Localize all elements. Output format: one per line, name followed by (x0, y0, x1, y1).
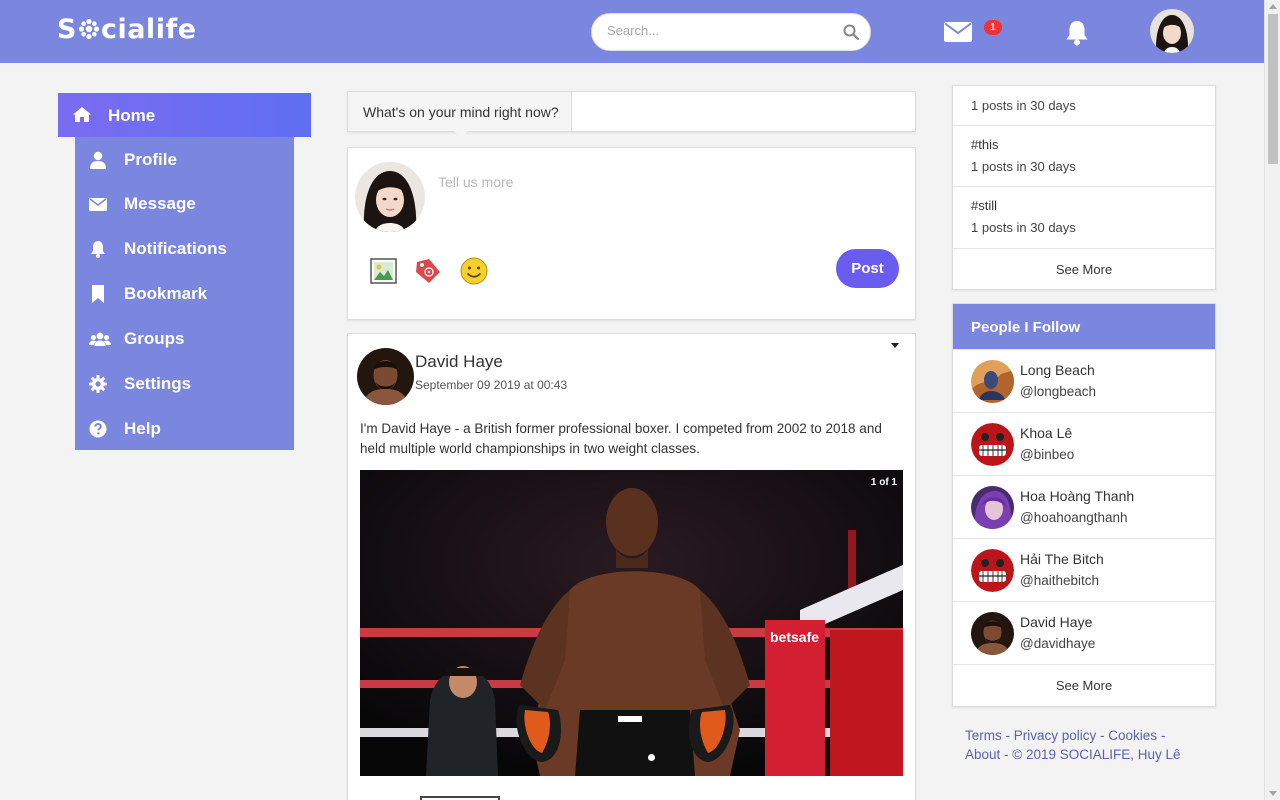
users-icon (89, 332, 111, 346)
sidebar-item-help[interactable]: Help (75, 406, 294, 450)
follow-handle: @haithebitch (1020, 573, 1100, 588)
trend-count: 1 posts in 30 days (971, 220, 1076, 235)
app-logo[interactable]: S cialife (57, 14, 197, 45)
sidebar-item-home[interactable]: Home (58, 93, 311, 137)
follow-list-item[interactable]: Hoa Hoàng Thanh @hoahoangthanh (953, 475, 1215, 538)
question-icon (89, 420, 107, 438)
sidebar-item-bookmark[interactable]: Bookmark (75, 271, 294, 315)
people-i-follow-card: People I Follow Long Beach @longbeach Kh… (952, 303, 1216, 707)
follow-handle: @longbeach (1020, 384, 1097, 399)
home-icon (73, 107, 91, 122)
tag-icon[interactable] (413, 256, 443, 286)
follow-handle: @binbeo (1020, 447, 1075, 462)
avatar (971, 549, 1014, 592)
sidebar-item-notifications[interactable]: Notifications (75, 226, 294, 270)
user-icon (90, 151, 106, 169)
post-body-text: I'm David Haye - a British former profes… (360, 421, 882, 456)
sidebar-item-groups[interactable]: Groups (75, 316, 294, 360)
photo-counter: 1 of 1 (870, 477, 897, 488)
trend-tag: #this (971, 137, 999, 152)
sidebar-item-profile[interactable]: Profile (75, 137, 294, 181)
avatar (971, 360, 1014, 403)
trending-tags-card: 1 posts in 30 days #this 1 posts in 30 d… (952, 85, 1216, 290)
sidebar-item-label: Settings (124, 374, 192, 393)
post-photo[interactable]: betsafe 1 of 1 (360, 470, 903, 776)
flower-logo-icon (78, 18, 100, 40)
carousel-dot[interactable] (648, 754, 655, 761)
image-upload-icon[interactable] (369, 256, 399, 286)
bell-icon[interactable] (1064, 19, 1090, 46)
user-avatar[interactable] (1150, 9, 1194, 53)
follow-list-item[interactable]: David Haye @davidhaye (953, 601, 1215, 664)
post-author-avatar[interactable] (357, 348, 414, 405)
follow-name: David Haye (1020, 614, 1093, 630)
trend-count: 1 posts in 30 days (971, 159, 1076, 174)
post-composer: Post (347, 147, 916, 320)
feed-post: David Haye September 09 2019 at 00:43 I'… (347, 333, 916, 800)
copyright-text: © 2019 SOCIALIFE, Huy Lê (1012, 746, 1181, 762)
terms-link[interactable]: Terms (965, 728, 1002, 743)
follow-name: Hải The Bitch (1020, 551, 1104, 567)
envelope-icon (89, 198, 107, 211)
boxer-photo-image: betsafe (360, 470, 903, 776)
trend-item[interactable]: #this 1 posts in 30 days (953, 125, 1215, 187)
tab-pointer-arrow (454, 131, 468, 138)
scroll-thumb[interactable] (1268, 14, 1278, 164)
post-timestamp: September 09 2019 at 00:43 (415, 378, 568, 392)
tab-whats-on-your-mind[interactable]: What's on your mind right now? (348, 92, 572, 131)
envelope-icon[interactable] (944, 22, 972, 42)
sidebar-item-label: Notifications (124, 239, 227, 258)
follow-handle: @davidhaye (1020, 636, 1096, 651)
sidebar-item-label: Bookmark (124, 284, 208, 303)
follow-see-more-link[interactable]: See More (953, 664, 1215, 705)
svg-text:betsafe: betsafe (770, 629, 819, 645)
footer-links: Terms - Privacy policy - Cookies - About… (965, 728, 1181, 762)
search-box (591, 13, 871, 51)
post-button[interactable]: Post (836, 249, 899, 288)
avatar (971, 612, 1014, 655)
top-navbar: S cialife 1 (0, 0, 1264, 63)
sidebar-item-label: Message (124, 194, 196, 213)
gear-icon (89, 375, 107, 393)
post-options-chevron-icon[interactable] (891, 343, 899, 348)
message-count-badge: 1 (984, 20, 1002, 35)
sidebar-item-message[interactable]: Message (75, 181, 294, 225)
trend-tag: #still (971, 198, 998, 213)
follow-name: Long Beach (1020, 362, 1095, 378)
scroll-down-arrow-icon[interactable] (1269, 791, 1277, 796)
search-icon[interactable] (843, 24, 859, 40)
follow-name: Hoa Hoàng Thanh (1020, 488, 1135, 504)
avatar (971, 486, 1014, 529)
scroll-up-arrow-icon[interactable] (1269, 4, 1277, 9)
trend-count: 1 posts in 30 days (971, 98, 1076, 113)
sidebar-item-settings[interactable]: Settings (75, 361, 294, 405)
privacy-policy-link[interactable]: Privacy policy (1014, 728, 1097, 743)
about-link[interactable]: About (965, 747, 1000, 762)
avatar (971, 423, 1014, 466)
cookies-link[interactable]: Cookies (1108, 728, 1157, 743)
emoji-icon[interactable] (459, 256, 489, 286)
people-i-follow-title: People I Follow (953, 304, 1215, 349)
follow-name: Khoa Lê (1020, 425, 1073, 441)
composer-tab-bar: What's on your mind right now? (347, 91, 916, 132)
follow-handle: @hoahoangthanh (1020, 510, 1128, 525)
post-actions-partial (420, 796, 500, 800)
search-input[interactable] (607, 23, 827, 38)
sidebar-item-label: Profile (124, 150, 177, 169)
bookmark-icon (92, 285, 104, 303)
trend-item[interactable]: #still 1 posts in 30 days (953, 186, 1215, 248)
bell-icon (91, 241, 105, 258)
follow-list-item[interactable]: Long Beach @longbeach (953, 349, 1215, 412)
follow-list-item[interactable]: Khoa Lê @binbeo (953, 412, 1215, 475)
follow-list-item[interactable]: Hải The Bitch @haithebitch (953, 538, 1215, 601)
post-text-input[interactable] (438, 174, 898, 224)
sidebar-menu: Profile Message Notifications Bookmark G… (75, 137, 294, 450)
sidebar-item-label: Home (108, 106, 156, 125)
page-scrollbar[interactable] (1264, 0, 1280, 800)
post-author-name[interactable]: David Haye (415, 352, 503, 372)
composer-avatar (355, 162, 425, 232)
sidebar-item-label: Help (124, 419, 161, 438)
sidebar-item-label: Groups (124, 329, 185, 348)
trends-see-more-link[interactable]: See More (953, 248, 1215, 289)
